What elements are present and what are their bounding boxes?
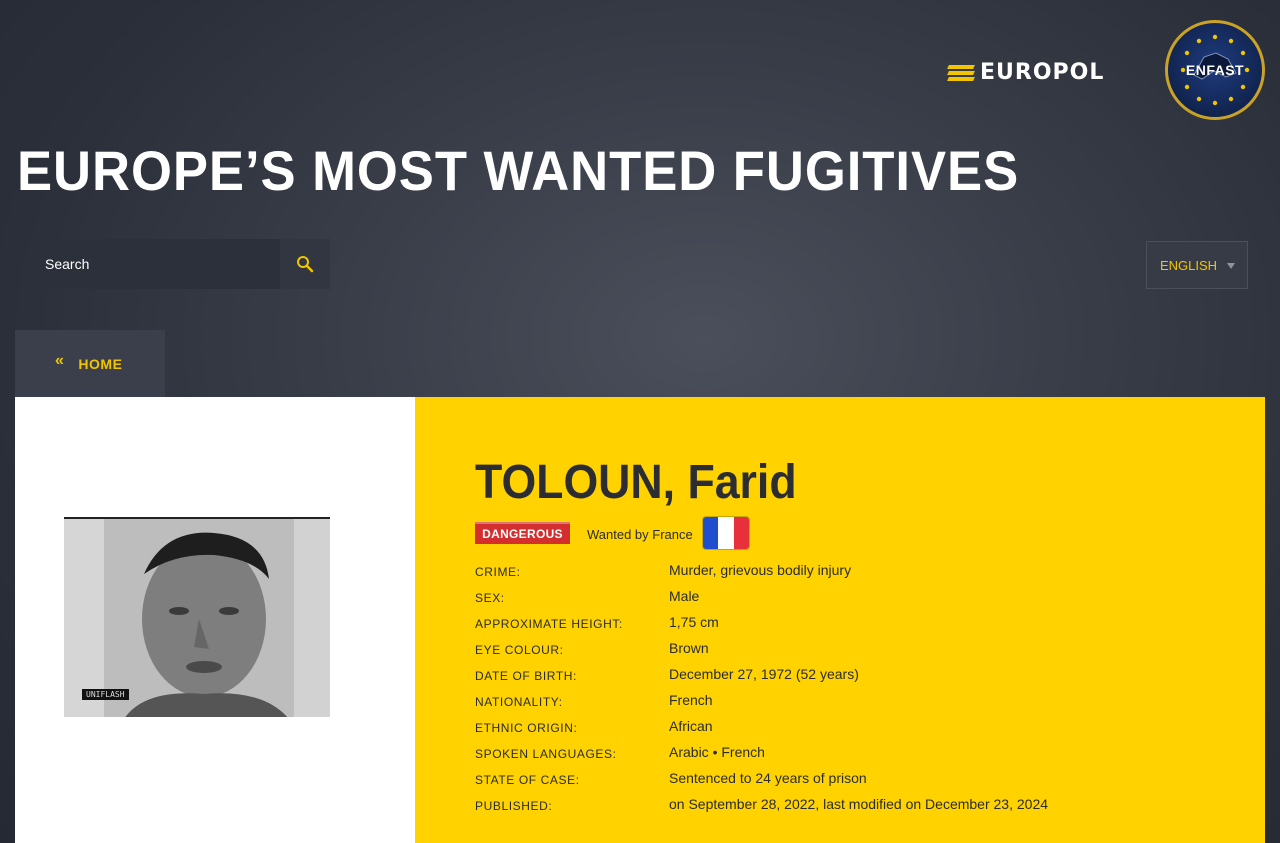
- search-icon: [297, 256, 314, 273]
- detail-label: STATE OF CASE:: [475, 773, 580, 787]
- detail-label: PUBLISHED:: [475, 799, 553, 813]
- detail-value: 1,75 cm: [669, 614, 719, 630]
- wanted-by-text: Wanted by France: [587, 527, 693, 542]
- detail-label: SPOKEN LANGUAGES:: [475, 747, 617, 761]
- home-tab-label: HOME: [78, 355, 123, 372]
- detail-value: December 27, 1972 (52 years): [669, 666, 859, 682]
- europol-logo[interactable]: EUROPOL: [947, 59, 1105, 85]
- photo-panel: UNIFLASH: [15, 397, 415, 843]
- fugitive-portrait-image: [64, 519, 330, 717]
- double-chevron-left-icon: «: [55, 351, 65, 369]
- europol-stripes-icon: [947, 63, 975, 81]
- detail-value: Arabic • French: [669, 744, 765, 760]
- detail-label: APPROXIMATE HEIGHT:: [475, 617, 623, 631]
- detail-value: African: [669, 718, 713, 734]
- enfast-logo[interactable]: ENFAST: [1165, 20, 1265, 120]
- details-panel: TOLOUN, Farid DANGEROUS Wanted by France…: [415, 397, 1265, 843]
- detail-label: SEX:: [475, 591, 505, 605]
- home-tab[interactable]: « HOME: [15, 330, 165, 397]
- detail-label: ETHNIC ORIGIN:: [475, 721, 578, 735]
- detail-value: Murder, grievous bodily injury: [669, 562, 852, 578]
- detail-value: on September 28, 2022, last modified on …: [669, 796, 1049, 812]
- detail-value: Male: [669, 588, 700, 604]
- france-flag-icon: [703, 517, 749, 549]
- page-title: EUROPE’S MOST WANTED FUGITIVES: [17, 139, 1020, 202]
- europol-logo-text: EUROPOL: [980, 59, 1105, 85]
- language-selected-label: ENGLISH: [1160, 257, 1218, 273]
- header: EUROPOL ENFAST: [0, 0, 1280, 130]
- photo-watermark-label: UNIFLASH: [82, 689, 129, 700]
- search-button[interactable]: [280, 239, 330, 289]
- detail-value: Sentenced to 24 years of prison: [669, 770, 867, 786]
- enfast-logo-text: ENFAST: [1185, 62, 1245, 78]
- detail-label: NATIONALITY:: [475, 695, 563, 709]
- detail-value: Brown: [669, 640, 709, 656]
- fugitive-name: TOLOUN, Farid: [475, 456, 797, 509]
- detail-label: CRIME:: [475, 565, 521, 579]
- detail-value: French: [669, 692, 713, 708]
- dangerous-badge: DANGEROUS: [475, 522, 570, 544]
- detail-label: EYE COLOUR:: [475, 643, 564, 657]
- detail-label: DATE OF BIRTH:: [475, 669, 577, 683]
- fugitive-photo[interactable]: UNIFLASH: [64, 517, 330, 717]
- search-box: [30, 239, 330, 289]
- dropdown-arrow-icon: [1227, 263, 1235, 269]
- search-input[interactable]: [30, 239, 280, 289]
- language-select[interactable]: ENGLISH: [1146, 241, 1248, 289]
